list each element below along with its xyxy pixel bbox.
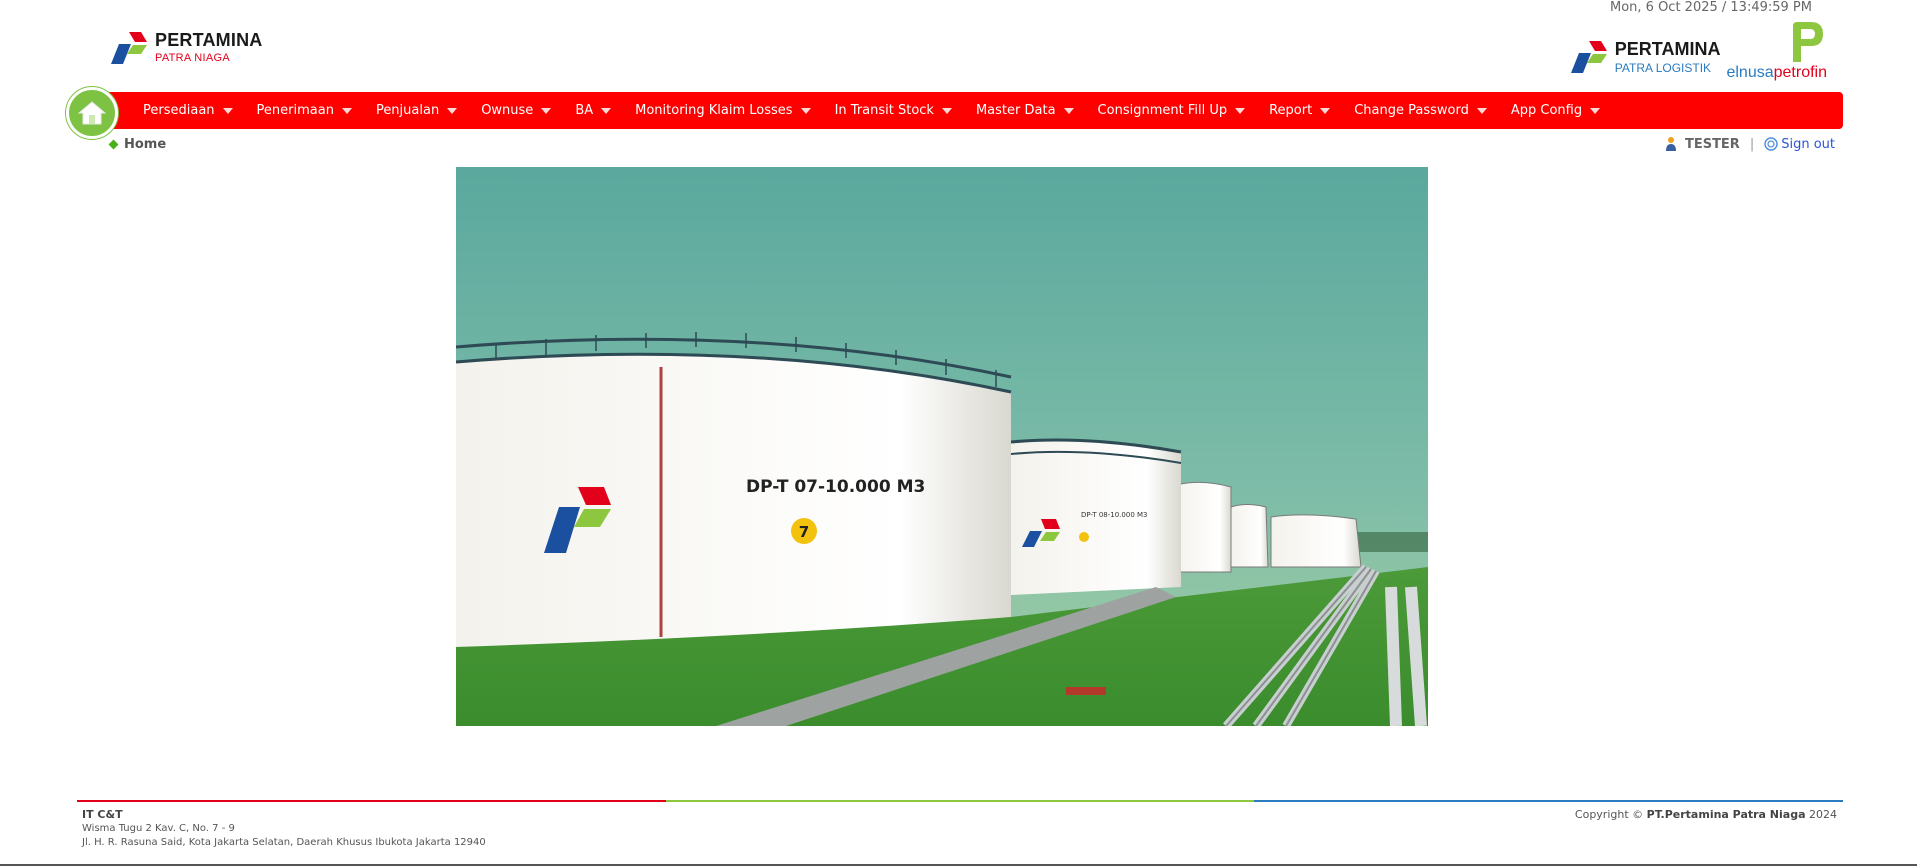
caret-down-icon [222, 107, 233, 114]
partner-name-part2: petrofin [1773, 64, 1827, 81]
nav-item-label: Penjualan [375, 103, 440, 118]
elnusa-p-icon [1793, 22, 1823, 62]
storage-tanks-hero-image: DP-T 07-10.000 M3 7 DP-T 08-10.000 M3 [456, 167, 1428, 726]
tank-label: DP-T 07-10.000 M3 [746, 477, 925, 497]
caret-down-icon [1320, 107, 1331, 114]
storage-tanks-illustration: DP-T 07-10.000 M3 7 DP-T 08-10.000 M3 [456, 167, 1428, 726]
nav-item-monitoring-klaim-losses[interactable]: Monitoring Klaim Losses [623, 92, 822, 129]
pertamina-emblem-icon [1570, 41, 1607, 73]
caret-down-icon [541, 107, 552, 114]
nav-item-label: Master Data [975, 103, 1056, 118]
caret-down-icon [341, 107, 352, 114]
caret-down-icon [1476, 107, 1487, 114]
user-bar: TESTER | Sign out [1665, 136, 1835, 152]
username: TESTER [1684, 136, 1740, 152]
sign-out-label: Sign out [1781, 136, 1835, 152]
breadcrumb-home[interactable]: Home [124, 137, 166, 152]
nav-menu: Persediaan Penerimaan Penjualan Ownuse B… [131, 92, 1612, 129]
footer-address-line1: Wisma Tugu 2 Kav. C, No. 7 - 9 [82, 823, 235, 834]
caret-down-icon [1235, 107, 1246, 114]
home-button[interactable] [66, 87, 118, 139]
tank-label-2: DP-T 08-10.000 M3 [1081, 511, 1148, 519]
pertamina-patra-logistik-logo: PERTAMINA PATRA LOGISTIK [1563, 39, 1721, 79]
user-icon [1665, 137, 1676, 151]
power-icon [1764, 137, 1778, 151]
logo-sub-text: PATRA NIAGA [155, 52, 231, 64]
nav-item-persediaan[interactable]: Persediaan [131, 92, 245, 129]
nav-item-label: Penerimaan [256, 103, 334, 118]
caret-down-icon [800, 107, 811, 114]
diamond-bullet-icon [108, 139, 119, 150]
nav-item-label: Persediaan [143, 103, 215, 118]
logo-brand-text: PERTAMINA [155, 30, 263, 50]
nav-item-label: Monitoring Klaim Losses [635, 103, 793, 118]
footer-org: IT C&T [82, 808, 123, 821]
user-separator: | [1749, 136, 1755, 152]
nav-item-app-config[interactable]: App Config [1499, 92, 1612, 129]
copyright-company: PT.Pertamina Patra Niaga [1646, 808, 1806, 821]
nav-item-label: Consignment Fill Up [1097, 103, 1228, 118]
nav-item-consignment-fill-up[interactable]: Consignment Fill Up [1086, 92, 1258, 129]
nav-item-label: In Transit Stock [834, 103, 934, 118]
copyright-year: 2024 [1809, 808, 1837, 821]
caret-down-icon [447, 107, 458, 114]
tank-number: 7 [799, 523, 809, 541]
nav-item-report[interactable]: Report [1257, 92, 1342, 129]
nav-item-in-transit-stock[interactable]: In Transit Stock [823, 92, 964, 129]
partner-logos: PERTAMINA PATRA LOGISTIK elnusapetrofin [1563, 20, 1827, 82]
copyright-prefix: Copyright © [1574, 808, 1644, 821]
footer-address: IT C&T Wisma Tugu 2 Kav. C, No. 7 - 9 Jl… [82, 808, 486, 850]
logo-brand-text: PERTAMINA [1614, 39, 1721, 59]
house-icon [77, 101, 107, 125]
nav-item-master-data[interactable]: Master Data [964, 92, 1086, 129]
nav-item-label: BA [575, 103, 594, 118]
caret-down-icon [1063, 107, 1074, 114]
breadcrumb: Home [108, 137, 166, 152]
pertamina-emblem-icon [111, 32, 147, 64]
nav-item-change-password[interactable]: Change Password [1342, 92, 1499, 129]
footer-address-line2: Jl. H. R. Rasuna Said, Kota Jakarta Sela… [82, 837, 486, 848]
caret-down-icon [601, 107, 612, 114]
caret-down-icon [941, 107, 952, 114]
sign-out-link[interactable]: Sign out [1764, 137, 1835, 152]
nav-item-label: Ownuse [481, 103, 534, 118]
elnusa-petrofin-logo: elnusapetrofin [1726, 20, 1827, 82]
pertamina-patra-niaga-logo: PERTAMINA PATRA NIAGA [103, 30, 262, 70]
logo-sub-text: PATRA LOGISTIK [1614, 61, 1712, 75]
caret-down-icon [1590, 107, 1601, 114]
nav-item-ba[interactable]: BA [563, 92, 623, 129]
nav-item-penjualan[interactable]: Penjualan [364, 92, 469, 129]
nav-item-ownuse[interactable]: Ownuse [469, 92, 563, 129]
footer-copyright: Copyright © PT.Pertamina Patra Niaga 202… [1575, 808, 1837, 821]
datetime: Mon, 6 Oct 2025 / 13:49:59 PM [1610, 0, 1812, 15]
nav-item-label: Change Password [1354, 103, 1469, 118]
nav-item-penerimaan[interactable]: Penerimaan [245, 92, 364, 129]
partner-name-part1: elnusa [1726, 64, 1774, 81]
nav-item-label: App Config [1510, 103, 1583, 118]
footer-divider [77, 800, 1844, 802]
nav-item-label: Report [1269, 103, 1313, 118]
